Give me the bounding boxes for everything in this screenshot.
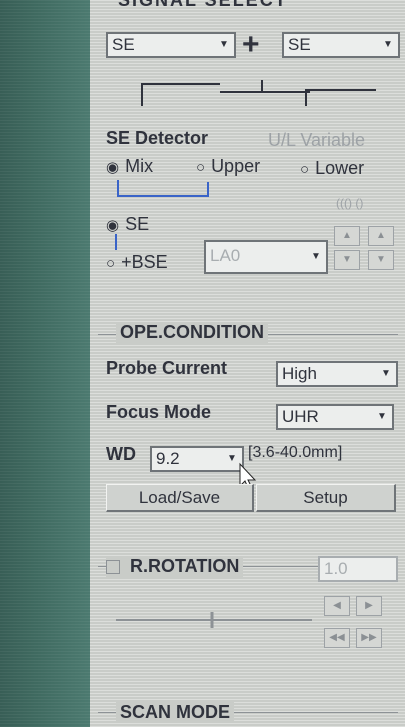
ope-condition-title: OPE.CONDITION bbox=[116, 322, 269, 343]
chevron-down-icon: ▼ bbox=[219, 39, 229, 50]
probe-current-label: Probe Current bbox=[106, 358, 228, 378]
signal-left-select[interactable]: SE ▼ bbox=[106, 32, 236, 58]
chevron-down-icon: ▼ bbox=[381, 368, 391, 379]
radio-mix[interactable]: ◉ Mix bbox=[106, 156, 153, 177]
radio-selected-icon: ◉ bbox=[106, 159, 120, 176]
ul-variable-label: U/L Variable bbox=[268, 130, 366, 150]
wd-value: 9.2 bbox=[156, 449, 180, 468]
rotation-fast-right-button[interactable]: ▶▶ bbox=[356, 628, 382, 648]
signal-select-title: SIGNAL SELECT bbox=[118, 0, 288, 10]
bse-up-button-2[interactable]: ▲ bbox=[368, 226, 394, 246]
rotation-left-button[interactable]: ◀ bbox=[324, 596, 350, 616]
wd-range-label: [3.6-40.0mm] bbox=[248, 444, 343, 461]
focus-mode-value: UHR bbox=[282, 407, 319, 426]
radio-se[interactable]: ◉ SE bbox=[106, 214, 149, 235]
chevron-down-icon: ▼ bbox=[377, 411, 387, 422]
left-background-strip bbox=[0, 0, 90, 727]
rotation-fast-left-button[interactable]: ◀◀ bbox=[324, 628, 350, 648]
bse-down-button[interactable]: ▼ bbox=[334, 250, 360, 270]
r-rotation-value-field[interactable]: 1.0 bbox=[318, 556, 398, 582]
r-rotation-slider[interactable] bbox=[116, 608, 316, 632]
focus-mode-label: Focus Mode bbox=[106, 402, 212, 422]
r-rotation-checkbox[interactable]: R.ROTATION bbox=[106, 556, 244, 577]
signal-left-value: SE bbox=[112, 35, 135, 54]
detector-ring-icon: ((() () bbox=[336, 196, 364, 210]
signal-right-value: SE bbox=[288, 35, 311, 54]
control-panel: SIGNAL SELECT SE ▼ + SE ▼ SE Detector U/… bbox=[90, 0, 405, 727]
radio-empty-icon: ○ bbox=[300, 161, 310, 178]
bse-up-button[interactable]: ▲ bbox=[334, 226, 360, 246]
r-rotation-title: R.ROTATION bbox=[130, 556, 240, 576]
se-link-line bbox=[115, 234, 117, 250]
bse-down-button-2[interactable]: ▼ bbox=[368, 250, 394, 270]
radio-upper[interactable]: ○ Upper bbox=[196, 156, 260, 177]
plus-icon: + bbox=[242, 28, 260, 61]
probe-current-select[interactable]: High ▼ bbox=[276, 361, 398, 387]
wd-label: WD bbox=[106, 444, 136, 464]
setup-button[interactable]: Setup bbox=[256, 484, 396, 512]
se-detector-title: SE Detector bbox=[106, 128, 209, 148]
bse-value: LA0 bbox=[210, 246, 241, 265]
radio-empty-icon: ○ bbox=[196, 159, 206, 176]
signal-right-select[interactable]: SE ▼ bbox=[282, 32, 400, 58]
radio-empty-icon: ○ bbox=[106, 255, 116, 272]
probe-current-value: High bbox=[282, 364, 317, 383]
signal-mix-diagram bbox=[141, 80, 376, 106]
chevron-down-icon: ▼ bbox=[311, 251, 321, 262]
rotation-right-button[interactable]: ▶ bbox=[356, 596, 382, 616]
focus-mode-select[interactable]: UHR ▼ bbox=[276, 404, 394, 430]
wd-select[interactable]: 9.2 ▼ bbox=[150, 446, 244, 472]
r-rotation-value: 1.0 bbox=[324, 559, 348, 578]
scan-mode-title: SCAN MODE bbox=[116, 702, 235, 723]
radio-bse[interactable]: ○ +BSE bbox=[106, 252, 168, 273]
load-save-button[interactable]: Load/Save bbox=[106, 484, 254, 512]
detector-link-line bbox=[117, 180, 209, 197]
chevron-down-icon: ▼ bbox=[383, 39, 393, 50]
checkbox-icon bbox=[106, 560, 120, 575]
bse-select[interactable]: LA0 ▼ bbox=[204, 240, 328, 274]
radio-selected-icon: ◉ bbox=[106, 217, 120, 234]
radio-lower[interactable]: ○ Lower bbox=[300, 158, 364, 179]
